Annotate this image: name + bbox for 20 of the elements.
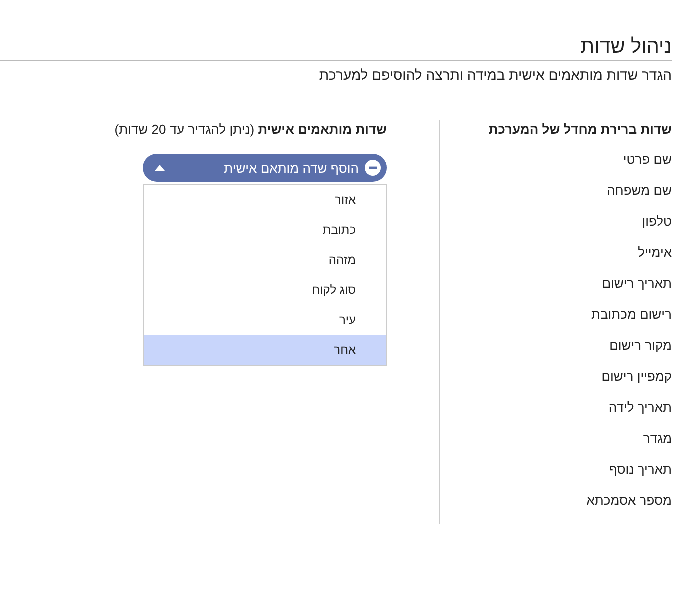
field-name: קמפיין רישום — [602, 368, 672, 386]
field-name: תאריך נוסף — [609, 461, 672, 479]
field-name: תאריך רישום — [602, 275, 672, 293]
dropdown-option[interactable]: אחר — [144, 335, 386, 365]
field-name: תאריך לידה — [608, 399, 672, 417]
page-description: הגדר שדות מותאמים אישית במידה ותרצה להוסיפם למערכת — [319, 67, 672, 84]
section-heading: שדות מותאמים אישית (ניתן להגדיר עד 20 שדות) — [114, 121, 387, 139]
field-name: מקור רישום — [610, 337, 672, 355]
field-name: אימייל — [638, 244, 672, 262]
add-field-button[interactable]: הוסף שדה מותאם אישית — [143, 154, 387, 182]
section-heading: שדות ברירת מחדל של המערכת — [488, 121, 672, 139]
field-name: רישום מכתובת — [592, 306, 672, 324]
page-title: ניהול שדות — [580, 35, 672, 60]
field-name: מספר אסמכתא — [586, 492, 672, 510]
field-name: מגדר — [643, 430, 672, 448]
caret-up-icon — [155, 165, 165, 171]
field-name: שם פרטי — [623, 151, 672, 169]
minus-circle-icon — [365, 160, 381, 176]
field-name: טלפון — [642, 213, 672, 231]
field-name: שם משפחה — [607, 182, 672, 200]
